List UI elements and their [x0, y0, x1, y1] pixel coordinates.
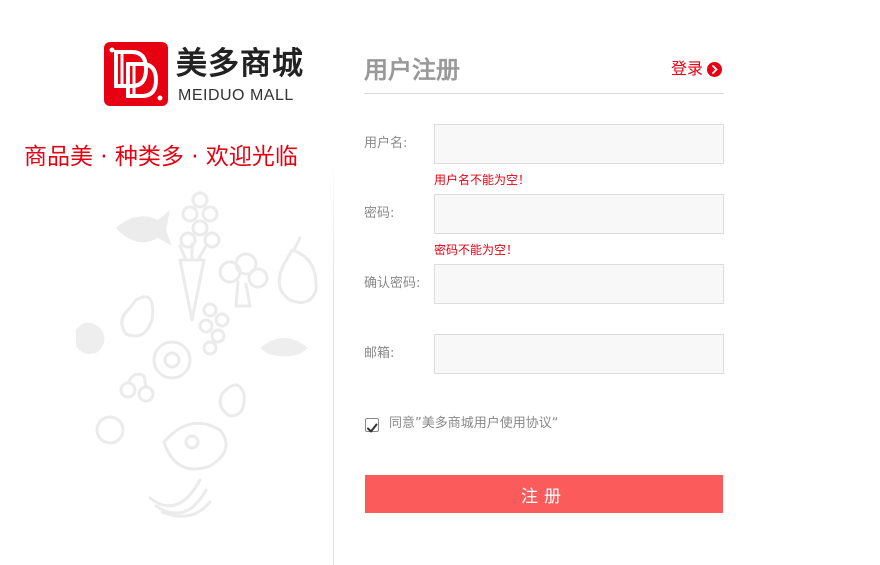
- header-divider: [364, 93, 724, 94]
- agreement-label: 同意”美多商城用户使用协议“: [389, 416, 559, 431]
- confirm-password-input[interactable]: [434, 264, 724, 304]
- username-error: 用户名不能为空！: [434, 173, 531, 187]
- login-link[interactable]: 登录: [671, 58, 723, 80]
- page-title: 用户注册: [364, 56, 460, 84]
- email-input[interactable]: [434, 334, 724, 374]
- email-label: 邮箱:: [364, 346, 395, 361]
- username-input[interactable]: [434, 124, 724, 164]
- password-input[interactable]: [434, 194, 724, 234]
- logo-icon: [104, 42, 168, 106]
- password-error: 密码不能为空！: [434, 243, 519, 257]
- register-button[interactable]: 注册: [365, 475, 723, 513]
- check-icon: [367, 423, 378, 433]
- fruit-vegetable-doodles-icon: [76, 191, 318, 518]
- confirm-password-label: 确认密码:: [364, 276, 421, 291]
- slogan: 商品美 · 种类多 · 欢迎光临: [24, 144, 298, 170]
- agreement-checkbox[interactable]: [365, 418, 379, 433]
- brand-name-cn: 美多商城: [176, 46, 304, 82]
- brand-name-en: MEIDUO MALL: [178, 87, 294, 104]
- column-divider: [333, 160, 334, 565]
- brand-panel: 美多商城 MEIDUO MALL 商品美 · 种类多 · 欢迎光临: [0, 0, 334, 565]
- password-label: 密码:: [364, 206, 395, 221]
- username-label: 用户名:: [364, 136, 408, 151]
- login-link-label: 登录: [671, 59, 704, 78]
- chevron-right-icon: [707, 61, 723, 77]
